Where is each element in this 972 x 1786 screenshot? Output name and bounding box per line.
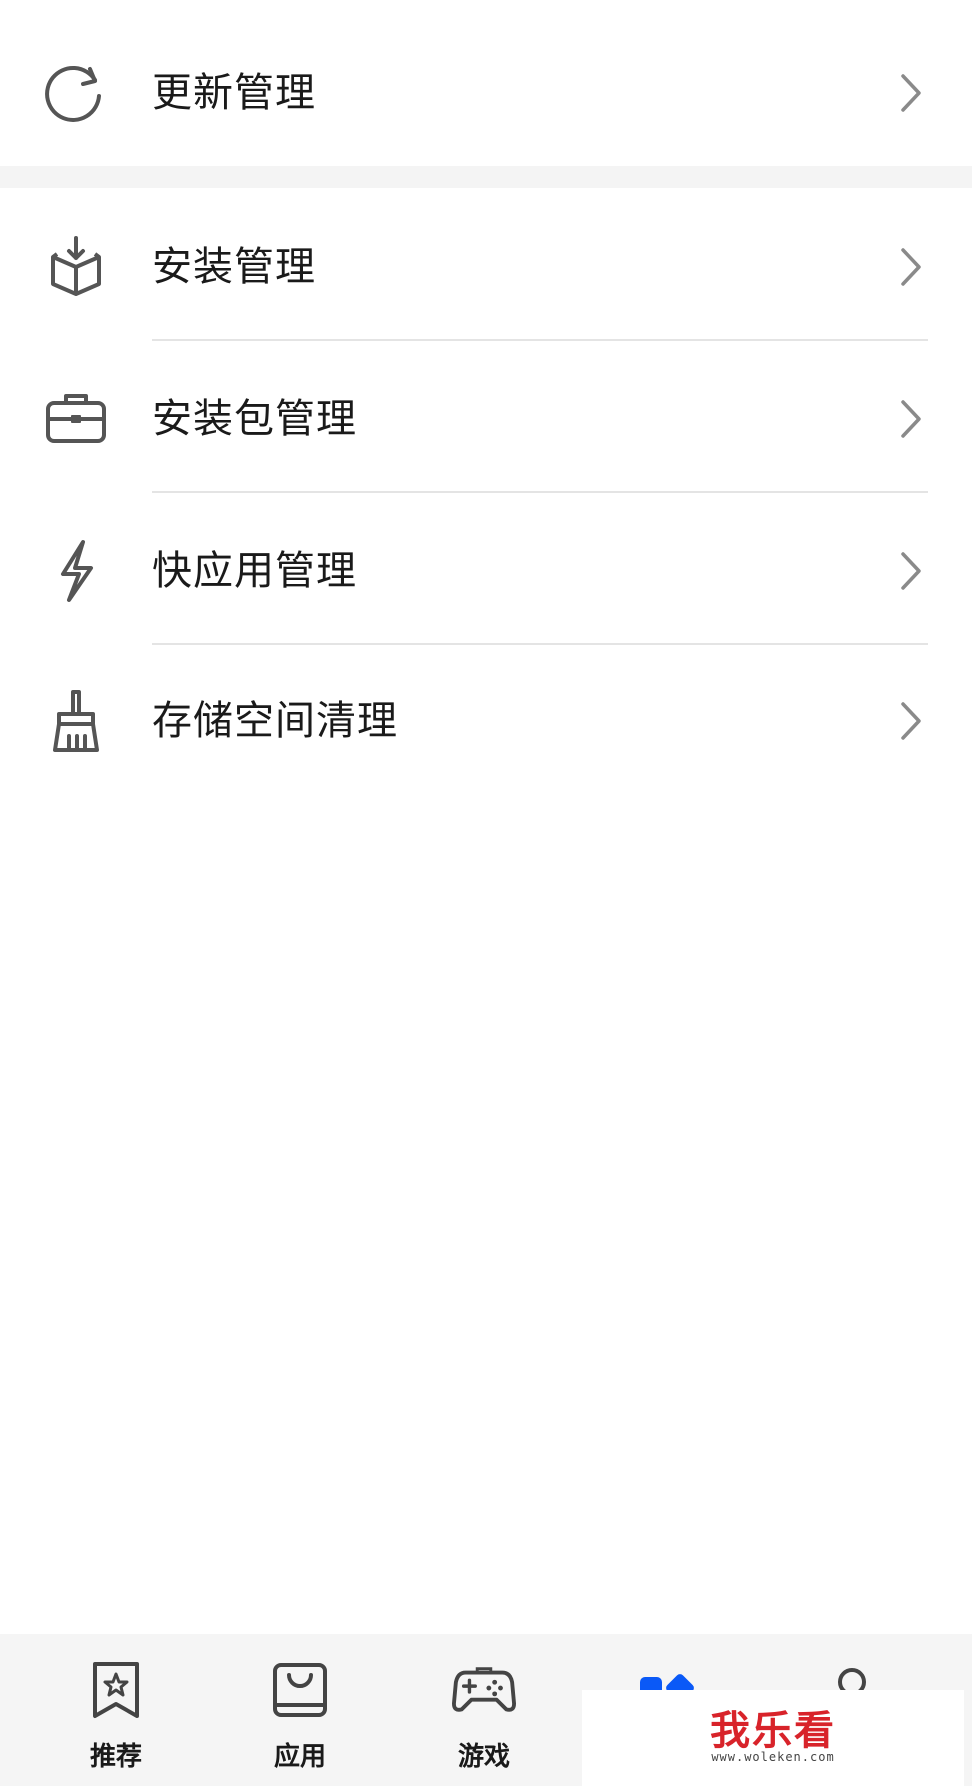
watermark-url: www.woleken.com: [711, 1750, 835, 1764]
refresh-icon: [40, 57, 112, 129]
bookmark-star-icon: [84, 1658, 148, 1722]
menu-item-update[interactable]: 更新管理: [0, 48, 972, 138]
shopping-bag-icon: [268, 1658, 332, 1722]
manage-page: 更新管理 安装管理 安装包管理 快应用管理 存储空间清理 推荐 应用 游戏 我乐…: [0, 0, 972, 1786]
nav-label: 推荐: [89, 1742, 142, 1772]
section-gap: [0, 166, 972, 188]
nav-games[interactable]: 游戏: [392, 1634, 576, 1786]
menu-item-label: 安装管理: [152, 244, 316, 290]
chevron-right-icon: [896, 397, 926, 441]
watermark-title: 我乐看: [710, 1708, 836, 1754]
menu-item-label: 更新管理: [152, 70, 316, 116]
chevron-right-icon: [896, 699, 926, 743]
nav-label: 游戏: [457, 1742, 510, 1772]
lightning-icon: [40, 535, 112, 607]
row-divider: [152, 491, 928, 493]
chevron-right-icon: [896, 71, 926, 115]
briefcase-icon: [40, 383, 112, 455]
menu-item-quick-apps[interactable]: 快应用管理: [0, 526, 972, 616]
menu-item-label: 快应用管理: [152, 548, 357, 594]
broom-icon: [40, 685, 112, 757]
row-divider: [152, 339, 928, 341]
watermark: 我乐看 www.woleken.com: [582, 1690, 964, 1786]
menu-item-install[interactable]: 安装管理: [0, 222, 972, 312]
box-download-icon: [40, 231, 112, 303]
menu-item-label: 安装包管理: [152, 396, 357, 442]
gamepad-icon: [452, 1658, 516, 1722]
menu-item-storage-cleanup[interactable]: 存储空间清理: [0, 676, 972, 766]
menu-item-packages[interactable]: 安装包管理: [0, 374, 972, 464]
nav-recommend[interactable]: 推荐: [24, 1634, 208, 1786]
nav-apps[interactable]: 应用: [208, 1634, 392, 1786]
nav-label: 应用: [273, 1742, 326, 1772]
chevron-right-icon: [896, 245, 926, 289]
chevron-right-icon: [896, 549, 926, 593]
menu-item-label: 存储空间清理: [152, 698, 398, 744]
row-divider: [152, 643, 928, 645]
